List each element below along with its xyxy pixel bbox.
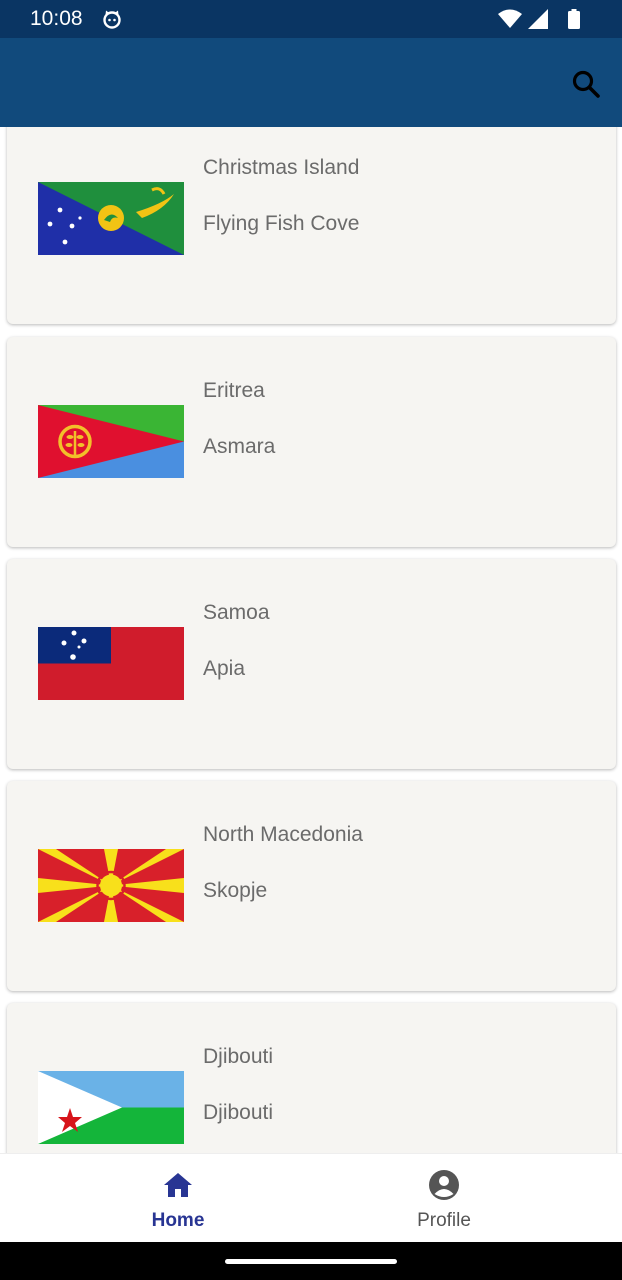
country-name: North Macedonia xyxy=(203,823,363,846)
capital-name: Djibouti xyxy=(203,1101,274,1124)
djibouti-flag xyxy=(38,1071,184,1144)
capital-name: Apia xyxy=(203,657,246,680)
country-card-north-macedonia[interactable]: North Macedonia Skopje xyxy=(7,781,616,991)
nav-item-profile[interactable]: Profile xyxy=(369,1154,519,1243)
capital-name: Skopje xyxy=(203,879,268,902)
country-name: Eritrea xyxy=(203,379,265,402)
bottom-navigation: Home Profile xyxy=(0,1153,622,1242)
north-macedonia-flag xyxy=(38,849,184,922)
capital-name: Flying Fish Cove xyxy=(203,212,360,235)
country-name: Samoa xyxy=(203,601,270,624)
search-icon[interactable] xyxy=(568,66,604,102)
home-icon xyxy=(162,1169,194,1201)
cellular-signal-icon xyxy=(528,9,548,29)
app-bar xyxy=(0,38,622,127)
nav-label-home: Home xyxy=(151,1210,205,1231)
status-bar: 10:08 xyxy=(0,0,622,38)
capital-name: Asmara xyxy=(203,435,276,458)
country-card-christmas-island[interactable]: Christmas Island Flying Fish Cove xyxy=(7,127,616,324)
battery-icon xyxy=(568,9,580,29)
country-name: Christmas Island xyxy=(203,156,360,179)
account-circle-icon xyxy=(428,1169,460,1201)
country-card-eritrea[interactable]: Eritrea Asmara xyxy=(7,337,616,547)
samoa-flag xyxy=(38,627,184,700)
cat-notification-icon xyxy=(102,9,122,29)
eritrea-flag xyxy=(38,405,184,478)
country-name: Djibouti xyxy=(203,1045,274,1068)
status-time: 10:08 xyxy=(30,7,83,30)
nav-label-profile: Profile xyxy=(417,1210,471,1231)
wifi-icon xyxy=(498,9,522,28)
christmas-island-flag xyxy=(38,182,184,255)
nav-item-home[interactable]: Home xyxy=(103,1154,253,1243)
country-card-djibouti[interactable]: Djibouti Djibouti xyxy=(7,1003,616,1153)
country-list[interactable]: Christmas Island Flying Fish Cove Eritre… xyxy=(0,127,622,1153)
gesture-handle[interactable] xyxy=(225,1259,397,1264)
country-card-samoa[interactable]: Samoa Apia xyxy=(7,559,616,769)
system-gesture-bar xyxy=(0,1242,622,1280)
